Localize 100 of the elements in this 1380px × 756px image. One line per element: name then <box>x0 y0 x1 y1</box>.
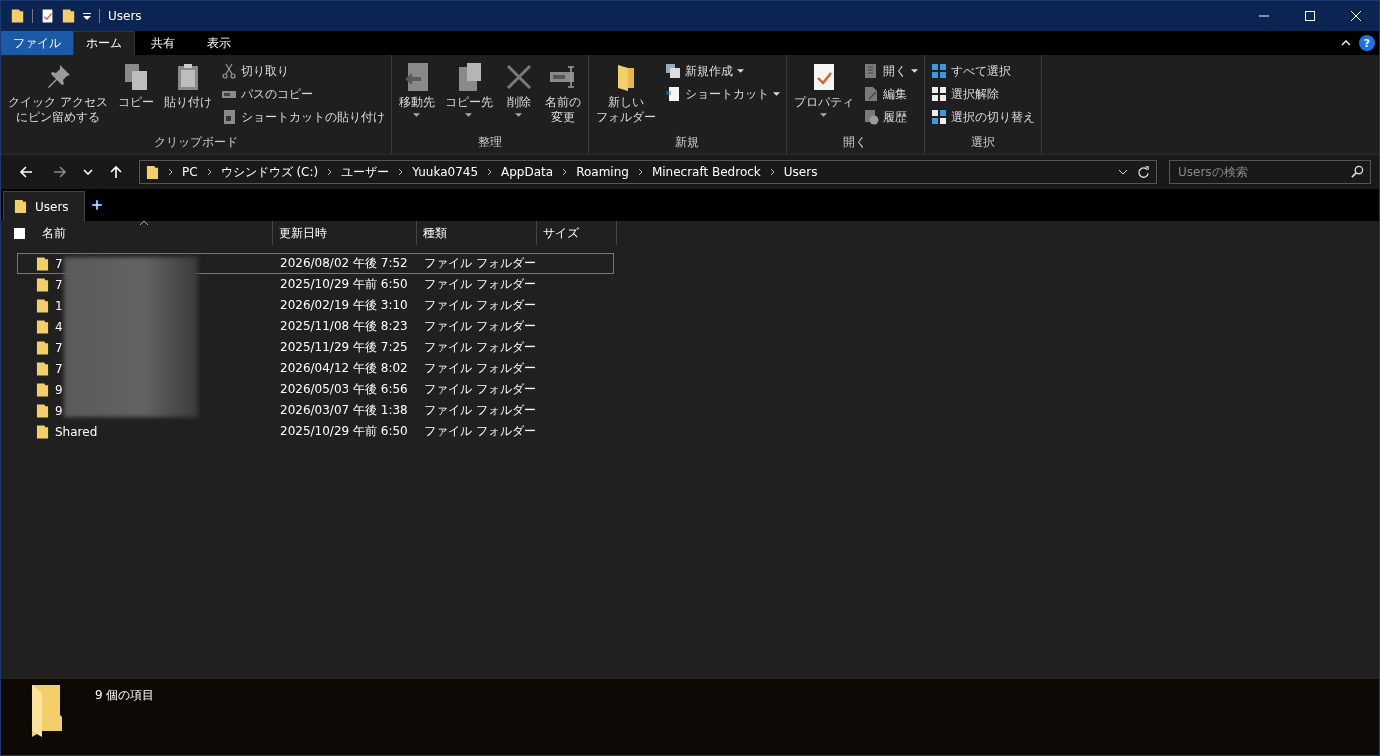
ribbon-button[interactable]: 新しい フォルダー <box>591 59 660 132</box>
column-header[interactable]: 名前 <box>36 221 273 245</box>
ribbon-tab[interactable]: 共有 <box>135 31 191 55</box>
help-button[interactable]: ? <box>1359 35 1375 51</box>
date-cell-text: 2026/05/03 午後 6:56 <box>279 381 409 398</box>
file-name: 7 <box>55 277 63 292</box>
ribbon-tab[interactable]: ファイル <box>1 31 73 55</box>
breadcrumb[interactable]: Yuuka0745 <box>412 165 479 179</box>
chevron-right-icon <box>327 168 333 176</box>
chevron-down-icon[interactable] <box>1118 169 1128 175</box>
breadcrumb[interactable]: PC <box>182 165 198 179</box>
folder-icon <box>36 318 49 335</box>
ribbon-button[interactable]: 開く <box>859 61 921 81</box>
ribbon-button[interactable]: コピー先 <box>440 59 497 132</box>
breadcrumb[interactable]: ウシンドウズ (C:) <box>220 163 319 181</box>
folder-icon <box>36 255 49 272</box>
file-name: 1 <box>55 298 63 313</box>
date-cell-text: 2026/03/07 午後 1:38 <box>279 402 409 419</box>
date-cell-text: 2025/11/08 午後 8:23 <box>279 318 409 335</box>
breadcrumb[interactable]: ユーザー <box>341 163 390 181</box>
history-icon <box>862 109 879 125</box>
ribbon-button[interactable]: コピー <box>113 59 158 132</box>
ribbon-button[interactable]: パスのコピー <box>217 84 388 104</box>
folder-icon[interactable] <box>11 8 24 24</box>
ribbon-button[interactable]: 選択の切り替え <box>927 107 1038 127</box>
ribbon-button[interactable]: すべて選択 <box>927 61 1038 81</box>
type-cell-text: ファイル フォルダー <box>423 297 537 314</box>
column-header[interactable]: 種類 <box>417 221 537 245</box>
ribbon-button[interactable]: 切り取り <box>217 61 388 81</box>
type-cell-text: ファイル フォルダー <box>423 381 537 398</box>
file-name: 7 <box>55 340 63 355</box>
chevron-right-icon <box>562 168 568 176</box>
folder-icon <box>36 423 49 440</box>
type-cell-text: ファイル フォルダー <box>423 318 537 335</box>
ribbon-button[interactable]: クイック アクセス にピン留めする <box>4 59 112 132</box>
ribbon-button[interactable]: 新規作成 <box>661 61 783 81</box>
column-header[interactable]: 更新日時 <box>273 221 417 245</box>
window-title: Users <box>108 9 142 23</box>
folder-icon <box>36 402 49 419</box>
type-cell-text: ファイル フォルダー <box>423 423 537 440</box>
type-cell-text: ファイル フォルダー <box>423 360 537 377</box>
file-row[interactable]: 7 2026/04/12 午後 8:02 ファイル フォルダー <box>17 358 614 379</box>
breadcrumb[interactable]: AppData <box>501 165 554 179</box>
date-cell-text: 2025/10/29 午前 6:50 <box>279 423 409 440</box>
checklist-icon[interactable] <box>41 8 54 24</box>
file-row[interactable]: 7 2025/11/29 午後 7:25 ファイル フォルダー <box>17 337 614 358</box>
ribbon-button[interactable]: 編集 <box>859 84 921 104</box>
ribbon-button[interactable]: 履歴 <box>859 107 921 127</box>
ribbon-button[interactable]: プロパティ <box>789 59 858 132</box>
file-row[interactable]: 9 2026/05/03 午後 6:56 ファイル フォルダー <box>17 379 614 400</box>
type-cell-text: ファイル フォルダー <box>423 255 537 272</box>
breadcrumb[interactable]: Minecraft Bedrock <box>651 165 761 179</box>
chevron-right-icon <box>206 168 212 176</box>
ribbon-button[interactable]: 削除 <box>498 59 539 132</box>
file-row[interactable]: 7 2025/10/29 午前 6:50 ファイル フォルダー <box>17 274 614 295</box>
file-name: 9 <box>55 403 63 418</box>
file-row[interactable]: 9 2026/03/07 午後 1:38 ファイル フォルダー <box>17 400 614 421</box>
dropdown-icon[interactable] <box>83 12 91 20</box>
type-cell-text: ファイル フォルダー <box>423 339 537 356</box>
file-name: 7 <box>55 361 63 376</box>
column-header[interactable]: サイズ <box>537 221 617 245</box>
breadcrumb[interactable]: Roaming <box>576 165 629 179</box>
folder-icon <box>36 360 49 377</box>
focused-row[interactable]: 7 2026/08/02 午後 7:52 ファイル フォルダー <box>17 253 614 274</box>
file-name: 7 <box>55 256 63 271</box>
group-label: 開く <box>842 134 869 151</box>
file-row[interactable]: 1 2026/02/19 午後 3:10 ファイル フォルダー <box>17 295 614 316</box>
group-label: 新規 <box>674 134 701 151</box>
breadcrumb[interactable]: Users <box>783 165 818 179</box>
ribbon-button[interactable]: ショートカットの貼り付け <box>217 107 388 127</box>
date-cell-text: 2025/11/29 午後 7:25 <box>279 339 409 356</box>
ribbon-button[interactable]: 貼り付け <box>159 59 216 132</box>
date-cell-text: 2026/04/12 午後 8:02 <box>279 360 409 377</box>
folder-tab[interactable]: Users <box>3 191 85 221</box>
ribbon-tab[interactable]: ホーム <box>73 31 135 55</box>
file-row[interactable]: Shared 2025/10/29 午前 6:50 ファイル フォルダー <box>17 421 614 442</box>
item-count: 9 個の項目 <box>95 687 155 704</box>
folder-icon <box>29 685 65 739</box>
file-name: 4 <box>55 319 63 334</box>
search-field[interactable]: Usersの検索 <box>1169 160 1371 184</box>
folder-icon[interactable] <box>62 8 75 24</box>
ribbon-tab[interactable]: 表示 <box>191 31 247 55</box>
ribbon-button[interactable]: 選択解除 <box>927 84 1038 104</box>
folder-icon <box>14 199 27 214</box>
ribbon-button[interactable]: 移動先 <box>394 59 439 132</box>
ribbon-button[interactable]: 名前の 変更 <box>540 59 585 132</box>
folder-icon <box>36 339 49 356</box>
address-bar[interactable]: PC ウシンドウズ (C:) ユーザー Yuuka0745 AppData Roaming Minecraft Bedrock Users <box>139 160 1157 184</box>
group-label: 整理 <box>476 134 503 151</box>
chevron-right-icon <box>769 168 775 176</box>
collapse-icon[interactable] <box>1341 40 1351 46</box>
refresh-icon[interactable] <box>1137 165 1150 179</box>
file-row[interactable]: 4 2025/11/08 午後 8:23 ファイル フォルダー <box>17 316 614 337</box>
chevron-right-icon <box>168 168 173 176</box>
file-name: Shared <box>55 424 98 439</box>
folder-icon <box>36 297 49 314</box>
ribbon-button[interactable]: ショートカット <box>661 84 783 104</box>
folder-icon <box>146 164 159 180</box>
chevron-right-icon <box>637 168 643 176</box>
plus-icon[interactable] <box>91 199 103 211</box>
